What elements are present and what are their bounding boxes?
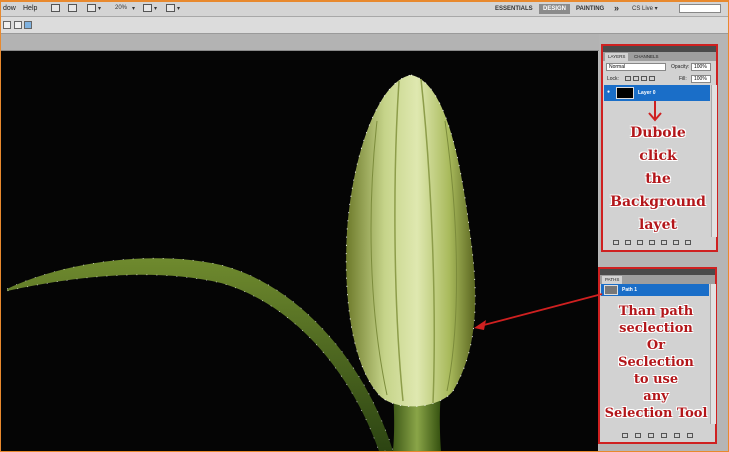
- blend-mode-select[interactable]: Normal: [606, 63, 666, 71]
- annotation-line: the: [645, 171, 671, 187]
- window-frame-left: [0, 0, 1, 452]
- link-layers-icon[interactable]: [613, 240, 619, 245]
- paths-panel: PATHS Path 1 Than path seclection Or Sec…: [598, 267, 717, 444]
- annotation-line: Selection Tool: [604, 406, 708, 421]
- annotation-line: Or: [646, 338, 666, 353]
- opacity-field[interactable]: 100%: [691, 63, 711, 71]
- visibility-eye-icon[interactable]: ●: [607, 89, 610, 95]
- menu-window[interactable]: dow: [3, 5, 16, 12]
- chevron-down-icon[interactable]: ▾: [132, 5, 135, 12]
- layer-thumbnail: [616, 87, 634, 99]
- fx-icon[interactable]: [625, 240, 631, 245]
- layer-name[interactable]: Layer 0: [638, 90, 656, 96]
- search-input[interactable]: [679, 4, 721, 13]
- annotation-line: Seclection: [618, 355, 694, 370]
- zoom-level[interactable]: 20%: [115, 5, 127, 11]
- annotation-line: any: [643, 389, 669, 404]
- annotation-arrow: [648, 101, 662, 122]
- fill-label: Fill:: [679, 76, 687, 82]
- annotation-line: Background: [610, 194, 706, 210]
- lock-position-icon[interactable]: [641, 76, 647, 81]
- tab-paths[interactable]: PATHS: [602, 276, 623, 284]
- arrange-documents-icon[interactable]: [143, 4, 152, 12]
- lock-label: Lock:: [607, 76, 619, 82]
- chevron-down-icon[interactable]: ▾: [154, 5, 157, 12]
- new-layer-icon[interactable]: [673, 240, 679, 245]
- load-selection-icon[interactable]: [648, 433, 654, 438]
- launch-bridge-icon[interactable]: [51, 4, 60, 12]
- tab-channels[interactable]: CHANNELS: [631, 53, 662, 61]
- annotation-line: seclection: [619, 321, 693, 336]
- lock-image-icon[interactable]: [633, 76, 639, 81]
- more-workspaces-icon[interactable]: »: [610, 4, 623, 14]
- document-canvas[interactable]: [1, 51, 598, 451]
- menu-help[interactable]: Help: [23, 5, 37, 12]
- chevron-down-icon[interactable]: ▾: [177, 5, 180, 12]
- fill-path-icon[interactable]: [622, 433, 628, 438]
- path-row[interactable]: Path 1: [601, 284, 709, 296]
- make-work-path-icon[interactable]: [661, 433, 667, 438]
- workspace-design[interactable]: DESIGN: [539, 4, 571, 14]
- lock-transparent-icon[interactable]: [625, 76, 631, 81]
- path-mode-icon[interactable]: [3, 21, 11, 29]
- add-mask-icon[interactable]: [637, 240, 643, 245]
- opacity-label: Opacity:: [671, 64, 690, 70]
- trash-icon[interactable]: [687, 433, 693, 438]
- adjustment-layer-icon[interactable]: [649, 240, 655, 245]
- annotation-pointer-arrow: [474, 293, 603, 330]
- menu-bar: dow Help ▾ 20% ▾ ▾ ▾ ESSENTIALS DESIGN P…: [1, 2, 728, 17]
- workspace-essentials[interactable]: ESSENTIALS: [491, 4, 537, 14]
- paths-panel-tabs: PATHS: [600, 275, 715, 284]
- layers-panel: LAYERS CHANNELS Normal Opacity: 100% Loc…: [601, 44, 718, 252]
- view-extras-icon[interactable]: [87, 4, 96, 12]
- fill-field[interactable]: 100%: [691, 75, 711, 83]
- chevron-down-icon[interactable]: ▾: [98, 5, 101, 12]
- layers-panel-tabs: LAYERS CHANNELS: [603, 52, 716, 61]
- annotation-line: Dubole: [630, 125, 686, 141]
- annotation-line: Than path: [618, 304, 694, 319]
- paths-annotation: Than path seclection Or Seclection to us…: [600, 303, 712, 422]
- lock-all-icon[interactable]: [649, 76, 655, 81]
- intersect-selection-icon[interactable]: [24, 21, 32, 29]
- annotation-line: to use: [633, 372, 679, 387]
- screen-mode-icon[interactable]: [166, 4, 175, 12]
- cs-live-button[interactable]: CS Live ▾: [628, 4, 662, 14]
- options-bar: [1, 17, 728, 34]
- path-name[interactable]: Path 1: [622, 287, 637, 293]
- tab-layers[interactable]: LAYERS: [605, 53, 629, 61]
- launch-minibridge-icon[interactable]: [68, 4, 77, 12]
- flower-bud-image: [6, 74, 476, 451]
- layer-row[interactable]: ● Layer 0: [604, 85, 710, 101]
- group-icon[interactable]: [661, 240, 667, 245]
- new-path-icon[interactable]: [674, 433, 680, 438]
- annotation-line: click: [639, 148, 677, 164]
- trash-icon[interactable]: [685, 240, 691, 245]
- stroke-path-icon[interactable]: [635, 433, 641, 438]
- path-thumbnail: [604, 285, 618, 295]
- layers-annotation: Dubole click the Background layet: [603, 122, 713, 237]
- workspace-painting[interactable]: PAINTING: [572, 4, 608, 14]
- document-tab-bar: [1, 34, 601, 51]
- add-to-selection-icon[interactable]: [14, 21, 22, 29]
- annotation-line: layet: [639, 217, 677, 233]
